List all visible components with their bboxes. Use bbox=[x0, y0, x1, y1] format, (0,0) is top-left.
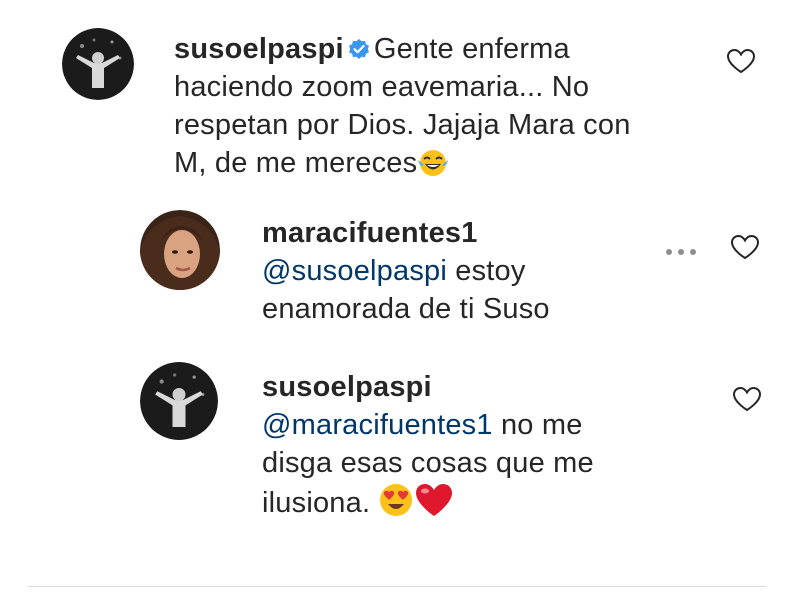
username[interactable]: susoelpaspi bbox=[174, 33, 344, 65]
avatar-susoelpaspi[interactable] bbox=[62, 28, 134, 100]
username[interactable]: maracifuentes1 bbox=[262, 217, 478, 249]
username[interactable]: susoelpaspi bbox=[262, 371, 432, 403]
comment-text-line2: disga esas cosas que me bbox=[262, 447, 594, 479]
comment-text-line2: enamorada de ti Suso bbox=[262, 293, 550, 325]
comment-text-line2: haciendo zoom eavemaria... No bbox=[174, 71, 590, 103]
avatar-image bbox=[140, 362, 218, 440]
red-heart-emoji bbox=[414, 482, 454, 528]
comment-text-line3: respetan por Dios. Jajaja Mara con bbox=[174, 109, 631, 141]
like-heart-icon[interactable] bbox=[732, 386, 762, 412]
laughing-tears-emoji bbox=[417, 148, 449, 188]
comment-text-line1: Gente enferma bbox=[373, 33, 570, 65]
avatar-susoelpaspi[interactable] bbox=[140, 362, 218, 440]
mention-link[interactable]: @maracifuentes1 bbox=[262, 409, 493, 441]
comment-text-line4: M, de me mereces bbox=[174, 147, 418, 179]
avatar-image bbox=[62, 28, 134, 100]
verified-badge-icon bbox=[348, 32, 370, 59]
comment-body: maracifuentes1 @susoelpaspi estoy enamor… bbox=[262, 214, 682, 328]
heart-eyes-emoji bbox=[378, 482, 414, 528]
comment-text-line1: estoy bbox=[447, 255, 526, 287]
mention-link[interactable]: @susoelpaspi bbox=[262, 255, 447, 287]
divider bbox=[28, 586, 766, 587]
avatar-image bbox=[140, 210, 220, 290]
like-heart-icon[interactable] bbox=[730, 234, 760, 260]
comment-text-line3: ilusiona. bbox=[262, 487, 379, 519]
like-heart-icon[interactable] bbox=[726, 48, 756, 74]
comment-body: susoelpaspi Gente enferma haciendo zoom e… bbox=[174, 30, 714, 188]
comment-body: susoelpaspi @maracifuentes1 no me disga … bbox=[262, 368, 702, 528]
avatar-maracifuentes1[interactable] bbox=[140, 210, 220, 290]
more-options-icon[interactable] bbox=[664, 244, 700, 255]
comment-text-line1: no me bbox=[492, 409, 583, 441]
